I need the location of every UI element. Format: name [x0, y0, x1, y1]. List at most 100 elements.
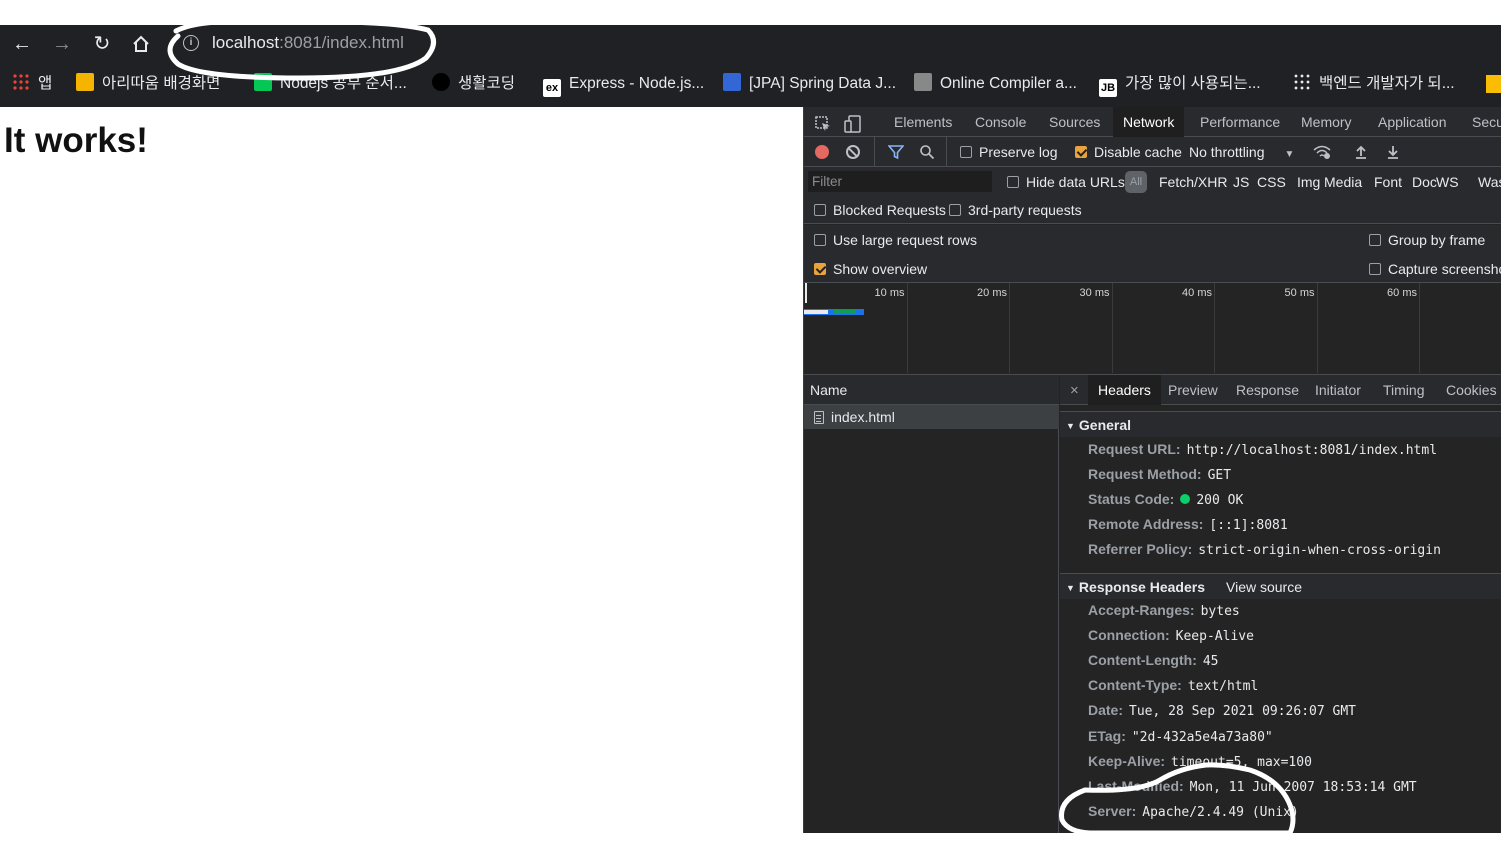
filter-type-button[interactable]: WS	[1436, 167, 1459, 196]
filter-type-button[interactable]: Doc	[1412, 167, 1437, 196]
overview-gridline	[1316, 283, 1318, 373]
view-source-link[interactable]: View source	[1226, 574, 1302, 600]
import-har-icon[interactable]	[1354, 137, 1368, 167]
bookmark-label: 생활코딩	[458, 75, 516, 92]
header-value: Apache/2.4.49 (Unix)	[1142, 804, 1299, 820]
devtools-panel: Elements Console Sources Network Performance…	[803, 107, 1501, 833]
folder-icon[interactable]	[1486, 75, 1501, 93]
throttling-select[interactable]: No throttling ▼	[1189, 137, 1294, 167]
detail-tab-response[interactable]: Response	[1236, 375, 1299, 405]
header-key: Request Method:	[1088, 466, 1202, 482]
disable-cache-checkbox[interactable]: Disable cache	[1075, 137, 1182, 167]
home-icon[interactable]	[127, 31, 155, 57]
preserve-log-checkbox[interactable]: Preserve log	[960, 137, 1058, 167]
clear-icon[interactable]	[846, 145, 860, 159]
dots-icon	[1293, 73, 1311, 91]
reload-icon[interactable]: ↻	[88, 31, 116, 57]
back-arrow-icon[interactable]: ←	[8, 31, 36, 57]
bookmark-label: Nodejs 공부 순서...	[280, 75, 407, 92]
search-icon[interactable]	[919, 137, 935, 167]
detail-tab-preview[interactable]: Preview	[1168, 375, 1218, 405]
bookmark-item[interactable]: 아리따움 배경화면	[76, 72, 220, 96]
request-row[interactable]: index.html	[804, 405, 1059, 429]
filter-type-button[interactable]: Was	[1478, 167, 1501, 196]
preserve-log-box	[960, 146, 972, 158]
devtools-tabbar: Elements Console Sources Network Performance…	[804, 107, 1501, 137]
filter-icon[interactable]	[887, 137, 905, 167]
close-icon[interactable]: ×	[1070, 375, 1079, 405]
hide-data-urls-box	[1007, 176, 1019, 188]
network-overview[interactable]: 10 ms20 ms30 ms40 ms50 ms60 ms70	[804, 283, 1501, 375]
forward-arrow-icon[interactable]: →	[48, 31, 76, 57]
large-rows-box	[814, 234, 826, 246]
blocked-requests-checkbox[interactable]: Blocked Requests	[814, 196, 946, 224]
export-har-icon[interactable]	[1386, 137, 1400, 167]
detail-tab-headers[interactable]: Headers	[1088, 375, 1161, 405]
name-column-header[interactable]: Name	[804, 375, 1059, 405]
filter-type-button[interactable]: JS	[1233, 167, 1249, 196]
filter-type-button[interactable]: Font	[1374, 167, 1402, 196]
bookmark-item[interactable]: Online Compiler a...	[914, 72, 1077, 96]
overview-cursor	[805, 283, 807, 303]
bottom-margin	[803, 833, 1501, 863]
throttling-label: No throttling	[1189, 144, 1265, 160]
overview-tick-label: 10 ms	[874, 287, 905, 299]
hide-data-urls-checkbox[interactable]: Hide data URLs	[1007, 167, 1125, 196]
filter-type-button[interactable]: Fetch/XHR	[1159, 167, 1227, 196]
overview-tick-label: 60 ms	[1387, 287, 1417, 299]
header-row: Content-Length: 45	[1088, 648, 1219, 673]
detail-tab-timing[interactable]: Timing	[1383, 375, 1425, 405]
tab-sources[interactable]: Sources	[1049, 107, 1100, 137]
filter-type-button[interactable]: CSS	[1257, 167, 1286, 196]
bookmark-item[interactable]: 생활코딩	[432, 72, 515, 96]
collapse-triangle-icon: ▼	[1066, 583, 1075, 593]
bookmark-item[interactable]: [JPA] Spring Data J...	[723, 72, 896, 96]
bookmark-item[interactable]: ex Express - Node.js...	[543, 72, 704, 97]
header-value: 200 OK	[1196, 493, 1244, 508]
header-key: Connection:	[1088, 627, 1170, 644]
bookmark-item[interactable]: 백엔드 개발자가 되...	[1293, 72, 1455, 96]
network-conditions-icon[interactable]	[1312, 137, 1332, 167]
bookmark-item[interactable]: Nodejs 공부 순서...	[254, 72, 407, 96]
tab-application[interactable]: Application	[1378, 107, 1447, 137]
response-headers-section-header[interactable]: ▼ Response Headers View source	[1060, 573, 1501, 599]
large-rows-checkbox[interactable]: Use large request rows	[814, 225, 977, 254]
tab-elements[interactable]: Elements	[894, 107, 952, 137]
bookmark-label: 백엔드 개발자가 되...	[1319, 75, 1455, 92]
bookmark-label: Online Compiler a...	[940, 75, 1077, 92]
record-stop-icon[interactable]	[815, 145, 829, 159]
third-party-checkbox[interactable]: 3rd-party requests	[949, 196, 1082, 224]
preserve-log-label: Preserve log	[979, 144, 1058, 160]
site-info-icon[interactable]: i	[183, 35, 199, 51]
show-overview-checkbox[interactable]: Show overview	[814, 254, 927, 283]
bookmark-item[interactable]: JB 가장 많이 사용되는...	[1099, 72, 1261, 97]
tab-performance[interactable]: Performance	[1200, 107, 1280, 137]
bookmark-item[interactable]: 앱	[12, 72, 52, 96]
inspect-element-icon[interactable]	[814, 113, 832, 131]
capture-screenshots-label: Capture screenshot	[1388, 261, 1501, 277]
header-value: http://localhost:8081/index.html	[1186, 443, 1438, 458]
filter-all-button[interactable]: All	[1125, 171, 1147, 193]
capture-screenshots-checkbox[interactable]: Capture screenshot	[1369, 254, 1501, 283]
filter-type-button[interactable]: Img	[1297, 167, 1320, 196]
filter-input[interactable]: Filter	[808, 171, 992, 192]
document-icon	[814, 411, 824, 424]
tab-console[interactable]: Console	[975, 107, 1026, 137]
ex-icon: ex	[543, 79, 561, 97]
tab-memory[interactable]: Memory	[1301, 107, 1352, 137]
circle-icon	[432, 73, 450, 91]
tab-network[interactable]: Network	[1113, 107, 1185, 137]
general-section-header[interactable]: ▼ General	[1060, 411, 1501, 437]
detail-tab-cookies[interactable]: Cookies	[1446, 375, 1497, 405]
filter-type-button[interactable]: Media	[1324, 167, 1362, 196]
device-toolbar-icon[interactable]	[844, 113, 862, 133]
group-by-frame-checkbox[interactable]: Group by frame	[1369, 225, 1485, 254]
address-bar[interactable]: localhost:8081/index.html	[212, 32, 404, 54]
overview-tick-label: 50 ms	[1284, 287, 1315, 299]
detail-tab-initiator[interactable]: Initiator	[1315, 375, 1361, 405]
waterfall-bar-green	[834, 310, 856, 314]
detail-tabbar: × Headers Preview Response Initiator Timing C…	[1060, 375, 1501, 405]
header-key: ETag:	[1088, 727, 1126, 744]
tab-secu[interactable]: Secu	[1472, 107, 1501, 137]
url-path: :8081/index.html	[279, 33, 404, 52]
